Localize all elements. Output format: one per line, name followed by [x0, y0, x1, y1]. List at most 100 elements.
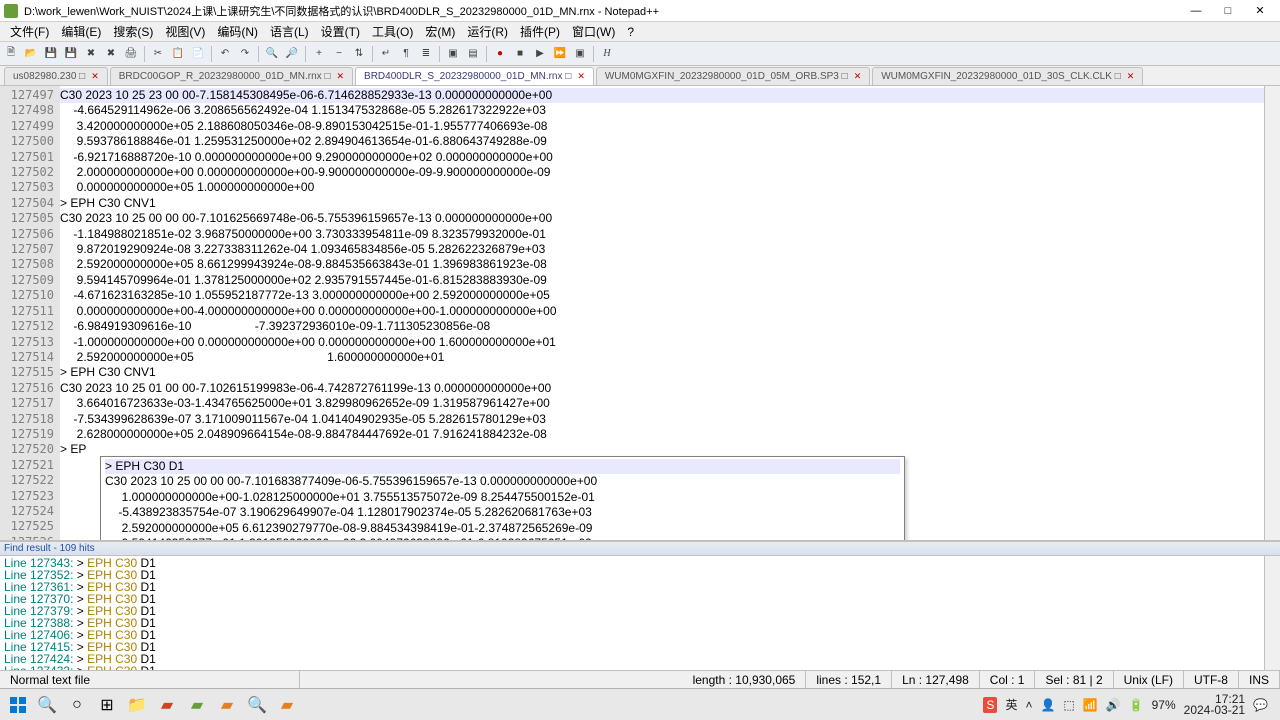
autocomplete-popup[interactable]: > EPH C30 D1C30 2023 10 25 00 00 00-7.10…: [100, 456, 905, 540]
search-icon[interactable]: 🔍: [32, 691, 62, 719]
ime-mode[interactable]: 英: [1005, 696, 1017, 713]
find-result-line[interactable]: Line 127352: > EPH C30 D1: [4, 569, 1260, 581]
tab-close-icon[interactable]: ✕: [577, 71, 585, 82]
app-icon: [4, 4, 18, 18]
powerpoint-icon[interactable]: ▰: [152, 691, 182, 719]
save-macro-icon[interactable]: ▣: [571, 45, 589, 63]
unfold-icon[interactable]: ▤: [464, 45, 482, 63]
find-result-line[interactable]: Line 127415: > EPH C30 D1: [4, 641, 1260, 653]
battery-icon[interactable]: 🔋: [1129, 698, 1144, 712]
new-file-icon[interactable]: 🗎: [2, 45, 20, 63]
save-all-icon[interactable]: 💾: [62, 45, 80, 63]
save-icon[interactable]: 💾: [42, 45, 60, 63]
tray-net-icon[interactable]: ⬚: [1063, 698, 1074, 712]
record-macro-icon[interactable]: ●: [491, 45, 509, 63]
tab-close-icon[interactable]: ✕: [91, 71, 99, 82]
file-explorer-icon[interactable]: 📁: [122, 691, 152, 719]
menu-item[interactable]: 插件(P): [514, 21, 566, 42]
wrap-icon[interactable]: ↵: [377, 45, 395, 63]
find-results-list[interactable]: Line 127343: > EPH C30 D1 Line 127352: >…: [0, 556, 1264, 678]
tray-up-icon[interactable]: ˄: [1025, 698, 1032, 712]
fast-macro-icon[interactable]: ⏩: [551, 45, 569, 63]
volume-icon[interactable]: 🔊: [1106, 698, 1121, 712]
close-file-icon[interactable]: ✖: [82, 45, 100, 63]
vertical-scrollbar[interactable]: [1264, 86, 1280, 540]
replace-icon[interactable]: 🔎: [283, 45, 301, 63]
menu-item[interactable]: 文件(F): [4, 21, 55, 42]
menu-item[interactable]: 设置(T): [315, 21, 366, 42]
window-title: D:\work_lewen\Work_NUIST\2024上课\上课研究生\不同…: [24, 3, 1180, 19]
status-lines: lines : 152,1: [806, 671, 892, 688]
wifi-icon[interactable]: 📶: [1083, 698, 1098, 712]
status-mode: Normal text file: [0, 671, 300, 688]
ime-icon[interactable]: S: [983, 697, 997, 713]
menu-item[interactable]: 视图(V): [159, 21, 211, 42]
find-icon[interactable]: 🔍: [263, 45, 281, 63]
start-button[interactable]: [4, 693, 32, 717]
tab-close-icon[interactable]: ✕: [1127, 71, 1135, 82]
stop-macro-icon[interactable]: ■: [511, 45, 529, 63]
menu-item[interactable]: 搜索(S): [107, 21, 159, 42]
find-result-line[interactable]: Line 127343: > EPH C30 D1: [4, 557, 1260, 569]
indent-guide-icon[interactable]: ≣: [417, 45, 435, 63]
close-button[interactable]: ✕: [1244, 1, 1276, 21]
print-icon[interactable]: 🖨: [122, 45, 140, 63]
show-all-chars-icon[interactable]: ¶: [397, 45, 415, 63]
status-position: Ln : 127,498: [892, 671, 980, 688]
zoom-out-icon[interactable]: −: [330, 45, 348, 63]
notifications-icon[interactable]: 💬: [1253, 698, 1268, 712]
zoom-in-icon[interactable]: +: [310, 45, 328, 63]
sync-scroll-icon[interactable]: ⇅: [350, 45, 368, 63]
find-results-scrollbar[interactable]: [1264, 556, 1280, 678]
menu-item[interactable]: 语言(L): [264, 21, 315, 42]
open-file-icon[interactable]: 📂: [22, 45, 40, 63]
paste-icon[interactable]: 📄: [189, 45, 207, 63]
file-tab[interactable]: WUM0MGXFIN_20232980000_01D_05M_ORB.SP3 □…: [596, 67, 870, 85]
task-view-icon[interactable]: ⊞: [92, 691, 122, 719]
highlight-icon[interactable]: H: [598, 45, 616, 63]
status-column: Col : 1: [980, 671, 1036, 688]
menu-item[interactable]: 窗口(W): [566, 21, 621, 42]
menu-item[interactable]: 编辑(E): [55, 21, 107, 42]
line-number-gutter: 127497 127498 127499 127500 127501 12750…: [0, 86, 60, 540]
maximize-button[interactable]: □: [1212, 1, 1244, 21]
editor-area: 127497 127498 127499 127500 127501 12750…: [0, 86, 1280, 540]
notepadpp-icon[interactable]: ▰: [182, 691, 212, 719]
file-tab[interactable]: us082980.230 □✕: [4, 67, 108, 85]
tab-close-icon[interactable]: ✕: [854, 71, 862, 82]
app-icon-1[interactable]: ▰: [212, 691, 242, 719]
status-length: length : 10,930,065: [683, 671, 807, 688]
cut-icon[interactable]: ✂: [149, 45, 167, 63]
windows-taskbar: 🔍 ○ ⊞ 📁 ▰ ▰ ▰ 🔍 ▰ S 英 ˄ 👤 ⬚ 📶 🔊 🔋 97% 17…: [0, 688, 1280, 720]
close-all-icon[interactable]: ✖: [102, 45, 120, 63]
undo-icon[interactable]: ↶: [216, 45, 234, 63]
find-results-header: Find result - 109 hits: [0, 542, 1280, 556]
menu-item[interactable]: ?: [621, 23, 640, 41]
find-result-line[interactable]: Line 127379: > EPH C30 D1: [4, 605, 1260, 617]
redo-icon[interactable]: ↷: [236, 45, 254, 63]
find-result-line[interactable]: Line 127406: > EPH C30 D1: [4, 629, 1260, 641]
menu-item[interactable]: 运行(R): [461, 21, 514, 42]
file-tab[interactable]: BRD400DLR_S_20232980000_01D_MN.rnx □✕: [355, 67, 594, 85]
menu-item[interactable]: 宏(M): [419, 21, 461, 42]
toolbar: 🗎 📂 💾 💾 ✖ ✖ 🖨 ✂ 📋 📄 ↶ ↷ 🔍 🔎 + − ⇅ ↵ ¶ ≣ …: [0, 42, 1280, 66]
everything-icon[interactable]: 🔍: [242, 691, 272, 719]
find-result-line[interactable]: Line 127424: > EPH C30 D1: [4, 653, 1260, 665]
system-clock[interactable]: 17:21 2024-03-21: [1184, 694, 1245, 716]
status-eol: Unix (LF): [1114, 671, 1184, 688]
app-icon-2[interactable]: ▰: [272, 691, 302, 719]
find-result-line[interactable]: Line 127361: > EPH C30 D1: [4, 581, 1260, 593]
find-result-line[interactable]: Line 127388: > EPH C30 D1: [4, 617, 1260, 629]
people-icon[interactable]: 👤: [1040, 698, 1055, 712]
menu-item[interactable]: 工具(O): [366, 21, 419, 42]
minimize-button[interactable]: —: [1180, 1, 1212, 21]
play-macro-icon[interactable]: ▶: [531, 45, 549, 63]
file-tab[interactable]: BRDC00GOP_R_20232980000_01D_MN.rnx □✕: [110, 67, 353, 85]
copy-icon[interactable]: 📋: [169, 45, 187, 63]
menu-item[interactable]: 编码(N): [211, 21, 264, 42]
tab-close-icon[interactable]: ✕: [336, 71, 344, 82]
find-result-line[interactable]: Line 127370: > EPH C30 D1: [4, 593, 1260, 605]
file-tab[interactable]: WUM0MGXFIN_20232980000_01D_30S_CLK.CLK □…: [872, 67, 1143, 85]
fold-icon[interactable]: ▣: [444, 45, 462, 63]
cortana-icon[interactable]: ○: [62, 691, 92, 719]
